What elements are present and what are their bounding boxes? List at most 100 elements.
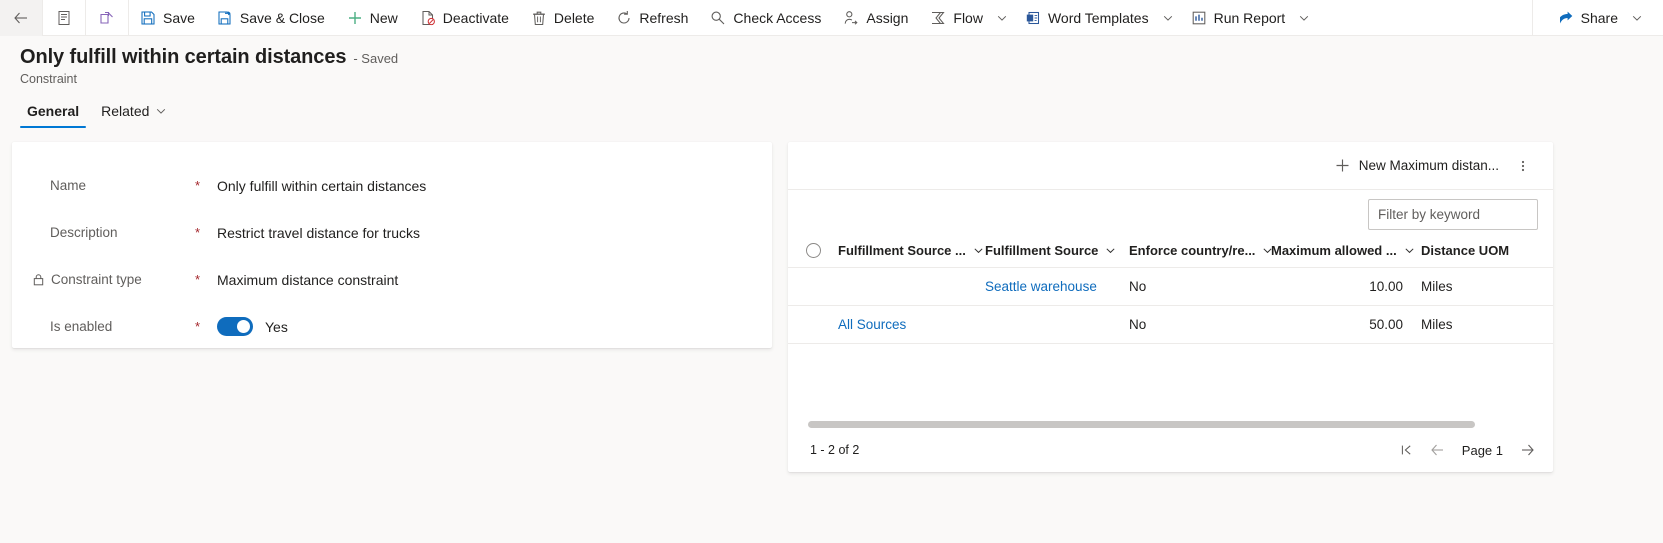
column-header-maximum-allowed[interactable]: Maximum allowed ... [1271,236,1421,268]
is-enabled-toggle[interactable] [217,317,253,336]
horizontal-scrollbar-thumb[interactable] [808,421,1475,428]
form-selector-button[interactable] [43,0,85,36]
tab-list: General Related [20,99,1663,128]
field-is-enabled-label: Is enabled [50,319,195,334]
column-header-fulfillment-source[interactable]: Fulfillment Source [985,236,1129,268]
field-name-value[interactable]: Only fulfill within certain distances [217,178,426,194]
record-count: 1 - 2 of 2 [810,443,860,457]
run-report-button[interactable]: Run Report [1180,0,1297,36]
field-is-enabled: Is enabled * Yes [12,303,772,350]
refresh-button[interactable]: Refresh [605,0,699,36]
chevron-down-icon [1105,245,1116,256]
deactivate-icon [420,10,436,26]
share-button[interactable]: Share [1547,0,1629,36]
cell-fulfillment-source [985,305,1129,344]
column-label: Fulfillment Source [985,243,1099,258]
word-templates-chevron-down-icon[interactable] [1160,12,1180,24]
person-assign-icon [843,10,859,26]
chevron-down-icon [973,245,984,256]
chevron-down-icon [1404,245,1415,256]
field-constraint-type: Constraint type * Maximum distance const… [12,256,772,303]
column-label: Fulfillment Source ... [838,243,966,258]
column-label: Distance UOM [1421,243,1510,258]
field-constraint-type-label: Constraint type [32,272,195,287]
new-label: New [369,9,398,26]
back-button[interactable] [0,0,42,36]
plus-icon [1335,158,1351,174]
flow-button[interactable]: Flow [919,0,994,36]
assign-label: Assign [866,9,909,26]
share-chevron-down-icon[interactable] [1629,12,1649,24]
cell-enforce-country: No [1129,267,1271,306]
save-and-close-label: Save & Close [239,9,325,26]
row-select-cell[interactable] [788,267,838,306]
column-header-distance-uom[interactable]: Distance UOM [1421,236,1553,268]
column-header-enforce-country[interactable]: Enforce country/re... [1129,236,1272,268]
title-row: Only fulfill within certain distances - … [20,46,1663,69]
command-bar: Save Save & Close New Deactivate Delete [0,0,1663,36]
new-button[interactable]: New [336,0,409,36]
subgrid-more-commands-button[interactable] [1507,155,1539,177]
subgrid-filter-row [788,190,1553,236]
prev-page-icon[interactable] [1430,442,1446,458]
check-access-button[interactable]: Check Access [699,0,832,36]
column-header-fulfillment-source-group[interactable]: Fulfillment Source ... [838,236,985,268]
save-icon [140,10,156,26]
fulfillment-source-link[interactable]: Seattle warehouse [985,279,1097,294]
new-max-distance-button[interactable]: New Maximum distan... [1327,153,1507,179]
next-page-icon[interactable] [1519,442,1535,458]
tab-general-label: General [27,103,80,119]
first-page-icon[interactable] [1400,443,1414,457]
report-icon [1191,10,1207,26]
check-access-label: Check Access [733,9,822,26]
field-description-required-marker: * [195,225,201,240]
field-constraint-type-required-marker: * [195,272,201,287]
table-row[interactable]: Seattle warehouse No 10.00 Miles [788,267,1553,306]
delete-button[interactable]: Delete [520,0,605,36]
field-description-value[interactable]: Restrict travel distance for trucks [217,225,420,241]
more-vertical-icon [1516,159,1530,173]
field-constraint-type-value: Maximum distance constraint [217,271,399,288]
save-label: Save [163,9,195,26]
filter-by-keyword-input[interactable] [1368,199,1538,230]
back-arrow-icon [13,10,29,26]
pop-out-button[interactable] [86,0,128,36]
page-title: Only fulfill within certain distances [20,46,347,68]
table-header-row: Fulfillment Source ... Fulfillment Sourc… [788,236,1553,268]
refresh-icon [616,10,632,26]
cell-distance-uom: Miles [1421,267,1553,306]
field-name-label-text: Name [50,178,87,193]
table-row[interactable]: All Sources No 50.00 Miles [788,305,1553,344]
fulfillment-source-group-link[interactable]: All Sources [838,317,906,332]
table-header: Fulfillment Source ... Fulfillment Sourc… [788,236,1553,268]
save-close-icon [217,10,233,26]
deactivate-label: Deactivate [442,9,509,26]
cell-fulfillment-source: Seattle warehouse [985,267,1129,306]
tab-general[interactable]: General [20,99,87,128]
lock-icon [32,273,45,286]
pagination: Page 1 [1400,442,1535,458]
column-label: Maximum allowed ... [1271,243,1397,258]
flow-label: Flow [953,9,983,26]
tab-related[interactable]: Related [94,99,174,128]
cell-fulfillment-source-group: All Sources [838,305,985,344]
cell-fulfillment-source-group [838,267,985,306]
general-form-card: Name * Only fulfill within certain dista… [12,142,772,348]
save-button[interactable]: Save [129,0,206,36]
plus-icon [347,10,363,26]
field-description-label-text: Description [50,225,118,240]
field-description: Description * Restrict travel distance f… [12,209,772,256]
page-body: Name * Only fulfill within certain dista… [0,128,1663,472]
field-is-enabled-label-text: Is enabled [50,319,113,334]
deactivate-button[interactable]: Deactivate [409,0,520,36]
word-templates-button[interactable]: Word Templates [1014,0,1160,36]
flow-chevron-down-icon[interactable] [994,12,1014,24]
run-report-chevron-down-icon[interactable] [1296,12,1316,24]
radio-unchecked-icon[interactable] [806,243,821,258]
page-label: Page 1 [1461,442,1503,458]
row-select-cell[interactable] [788,305,838,344]
save-and-close-button[interactable]: Save & Close [206,0,336,36]
assign-button[interactable]: Assign [832,0,919,36]
is-enabled-toggle-wrap: Yes [217,317,288,336]
command-bar-left: Save Save & Close New Deactivate Delete [0,0,1316,36]
